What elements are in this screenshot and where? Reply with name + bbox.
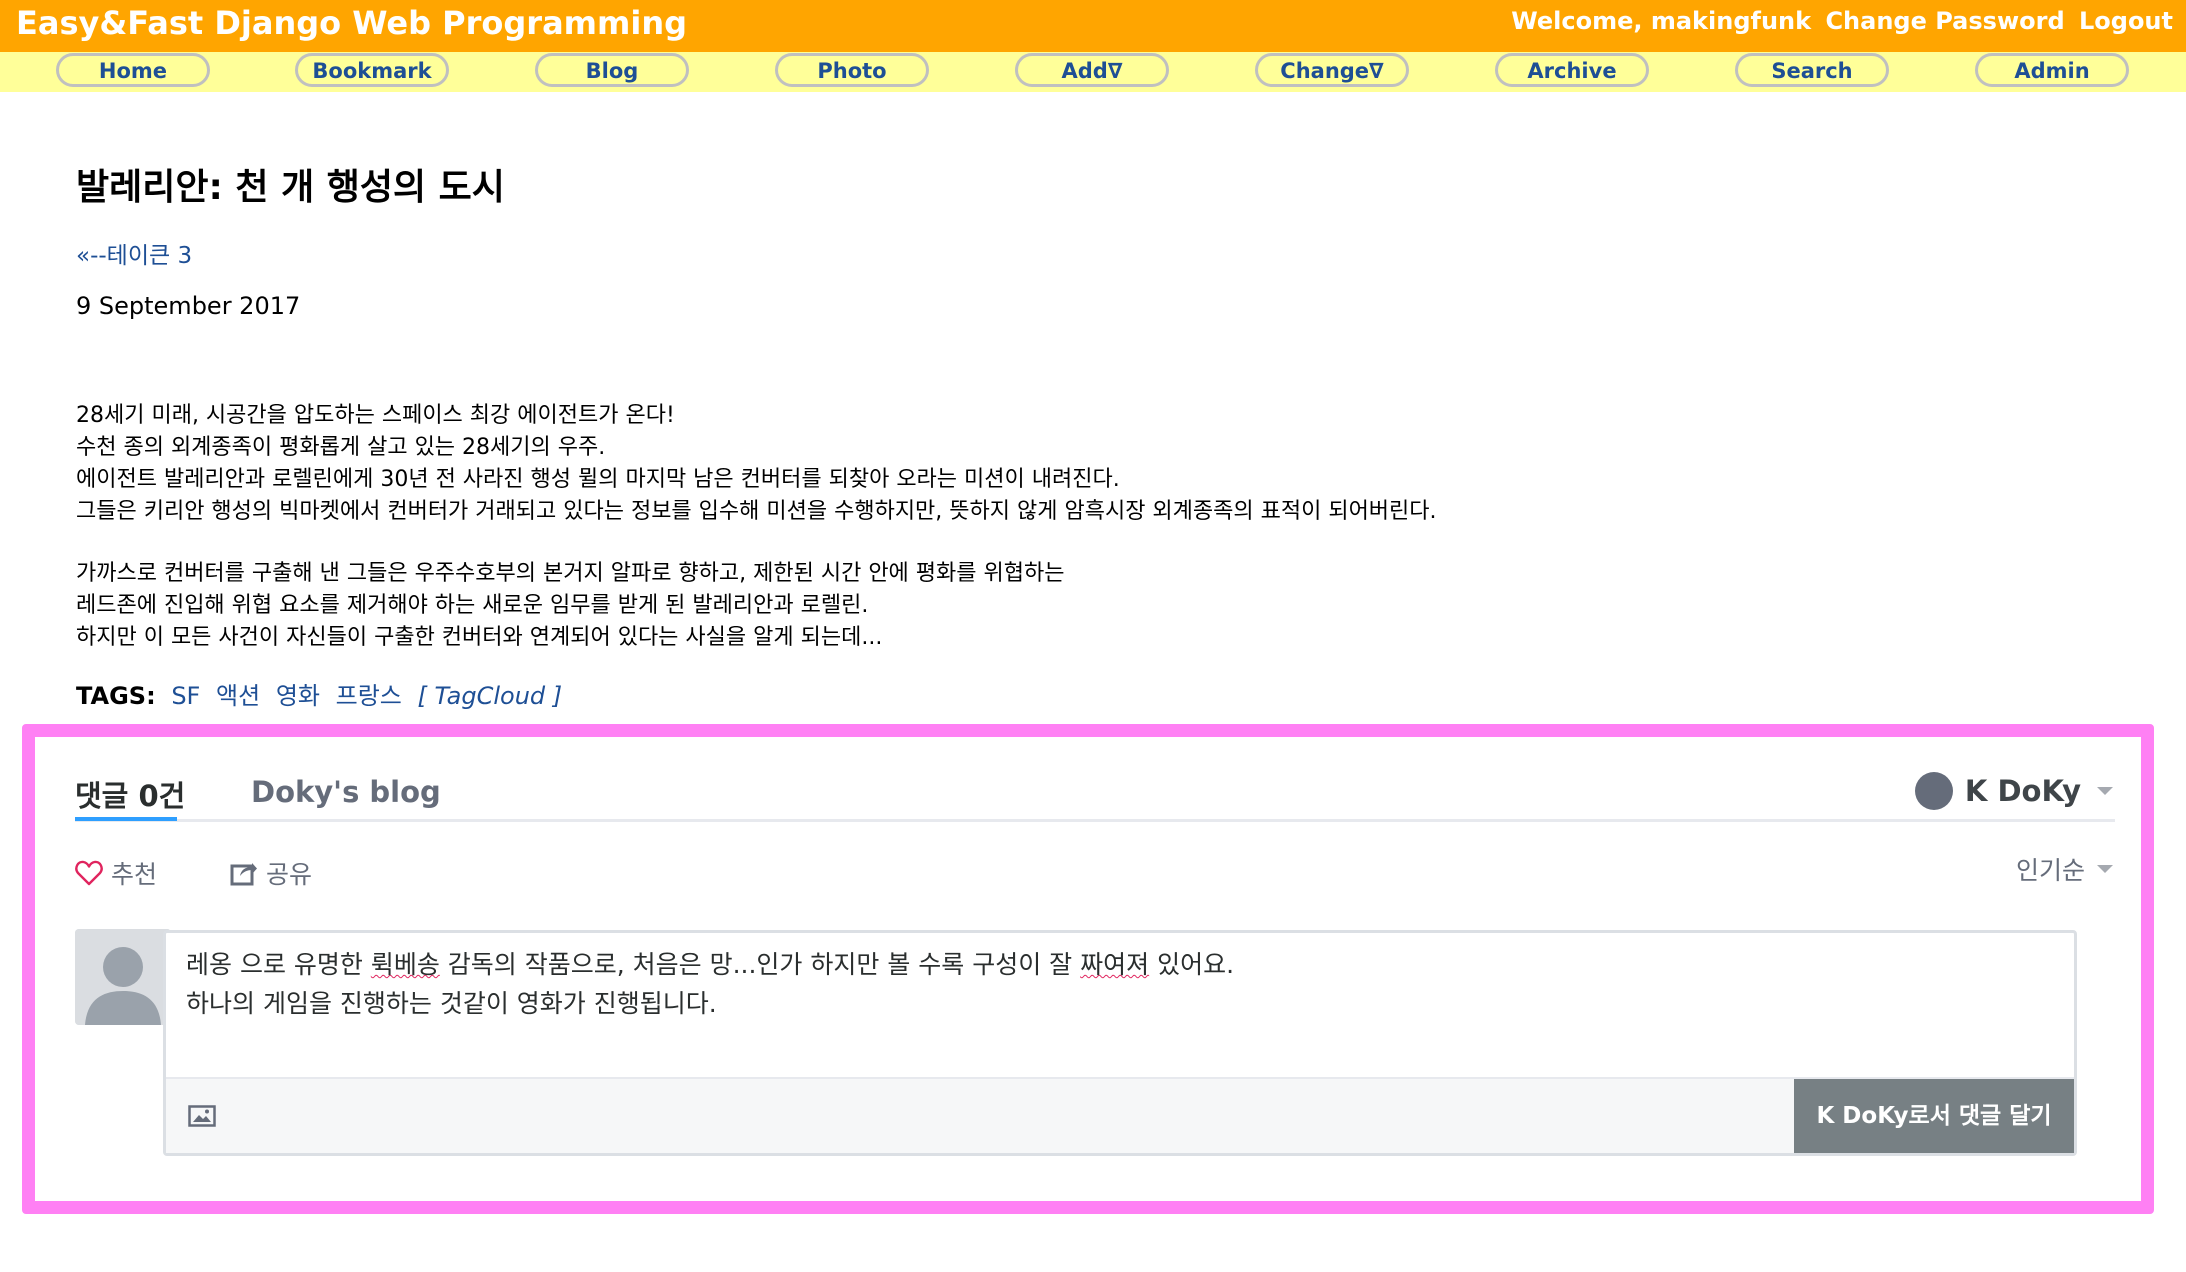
share-button[interactable]: 공유	[230, 855, 312, 891]
avatar	[75, 929, 171, 1025]
active-tab-indicator	[75, 817, 177, 821]
nav-home[interactable]: Home	[56, 53, 210, 87]
logout-link[interactable]: Logout	[2079, 7, 2173, 35]
chevron-down-icon	[2097, 865, 2113, 873]
nav-archive[interactable]: Archive	[1495, 53, 1649, 87]
nav-search[interactable]: Search	[1735, 53, 1889, 87]
draft-line-1: 레옹 으로 유명한 뤽베송 감독의 작품으로, 처음은 망...인가 하지만 볼…	[186, 945, 2054, 984]
site-title[interactable]: Easy&Fast Django Web Programming	[16, 4, 687, 42]
user-menu[interactable]: K DoKy	[1914, 769, 2113, 813]
post-date: 9 September 2017	[76, 292, 301, 320]
site-header: Easy&Fast Django Web Programming Welcome…	[0, 0, 2186, 52]
misspelled-word: 짜여져	[1080, 950, 1150, 979]
share-icon	[230, 863, 257, 886]
tag-link[interactable]: 영화	[276, 682, 320, 710]
comment-composer[interactable]: 레옹 으로 유명한 뤽베송 감독의 작품으로, 처음은 망...인가 하지만 볼…	[163, 930, 2077, 1156]
nav-photo[interactable]: Photo	[775, 53, 929, 87]
composer-toolbar: K DoKy로서 댓글 달기	[166, 1077, 2074, 1153]
post-title: 발레리안: 천 개 행성의 도시	[76, 167, 505, 208]
content-line: 28세기 미래, 시공간을 압도하는 스페이스 최강 에이전트가 온다!	[76, 403, 675, 428]
main-nav: Home Bookmark Blog Photo Add∇ Change∇ Ar…	[0, 52, 2186, 92]
change-password-link[interactable]: Change Password	[1825, 7, 2064, 35]
welcome-text: Welcome, makingfunk	[1511, 7, 1812, 35]
image-upload-button[interactable]	[188, 1105, 216, 1131]
user-links: Welcome, makingfunk Change Password Logo…	[1511, 7, 2173, 35]
recommend-label: 추천	[111, 860, 158, 889]
tab-comment-count[interactable]: 댓글 0건	[75, 773, 185, 815]
post-content: 28세기 미래, 시공간을 압도하는 스페이스 최강 에이전트가 온다! 수천 …	[76, 400, 1437, 654]
user-silhouette-icon	[75, 929, 171, 1025]
content-line: 레드존에 진입해 위협 요소를 제거해야 하는 새로운 임무를 받게 된 발레리…	[76, 593, 869, 618]
content-line: 수천 종의 외계종족이 평화롭게 살고 있는 28세기의 우주.	[76, 435, 606, 460]
image-icon	[188, 1105, 216, 1127]
tagcloud-link[interactable]: [ TagCloud ]	[418, 682, 563, 710]
heart-icon	[75, 860, 103, 886]
draft-text: 있어요.	[1149, 950, 1235, 979]
nav-admin[interactable]: Admin	[1975, 53, 2129, 87]
nav-blog[interactable]: Blog	[535, 53, 689, 87]
sort-label: 인기순	[2015, 856, 2085, 885]
tags-label: TAGS:	[76, 682, 156, 710]
user-name: K DoKy	[1964, 774, 2081, 808]
comment-input[interactable]: 레옹 으로 유명한 뤽베송 감독의 작품으로, 처음은 망...인가 하지만 볼…	[186, 945, 2054, 1023]
sort-dropdown[interactable]: 인기순	[2016, 851, 2113, 887]
nav-bookmark[interactable]: Bookmark	[295, 53, 449, 87]
user-avatar-icon	[1914, 772, 1953, 810]
draft-line-2: 하나의 게임을 진행하는 것같이 영화가 진행됩니다.	[186, 989, 717, 1018]
tab-divider	[75, 819, 2115, 822]
nav-add-dropdown[interactable]: Add∇	[1015, 53, 1169, 87]
misspelled-word: 뤽베송	[370, 950, 440, 979]
tab-community[interactable]: Doky's blog	[251, 775, 441, 809]
comment-section: 댓글 0건 Doky's blog K DoKy 추천 공유 인기순 레옹 으로…	[22, 724, 2154, 1214]
content-line: 가까스로 컨버터를 구출해 낸 그들은 우주수호부의 본거지 알파로 향하고, …	[76, 561, 1065, 586]
content-line: 그들은 키리안 행성의 빅마켓에서 컨버터가 거래되고 있다는 정보를 입수해 …	[76, 499, 1437, 524]
tag-link[interactable]: 프랑스	[336, 682, 402, 710]
nav-change-dropdown[interactable]: Change∇	[1255, 53, 1409, 87]
tag-link[interactable]: SF	[171, 682, 200, 710]
content-line: 하지만 이 모든 사건이 자신들이 구출한 컨버터와 연계되어 있다는 사실을 …	[76, 625, 883, 650]
post-tags: TAGS: SF 액션 영화 프랑스 [ TagCloud ]	[76, 676, 562, 711]
recommend-button[interactable]: 추천	[75, 855, 157, 891]
chevron-down-icon	[2097, 787, 2113, 795]
content-line: 에이전트 발레리안과 로렐린에게 30년 전 사라진 행성 뮐의 마지막 남은 …	[76, 467, 1120, 492]
share-label: 공유	[266, 860, 313, 889]
previous-post-link[interactable]: «--테이큰 3	[76, 236, 192, 270]
draft-text: 레옹 으로 유명한	[186, 950, 371, 979]
post-comment-button[interactable]: K DoKy로서 댓글 달기	[1794, 1079, 2074, 1153]
draft-text: 감독의 작품으로, 처음은 망...인가 하지만 볼 수록 구성이 잘	[439, 950, 1081, 979]
tag-link[interactable]: 액션	[216, 682, 260, 710]
